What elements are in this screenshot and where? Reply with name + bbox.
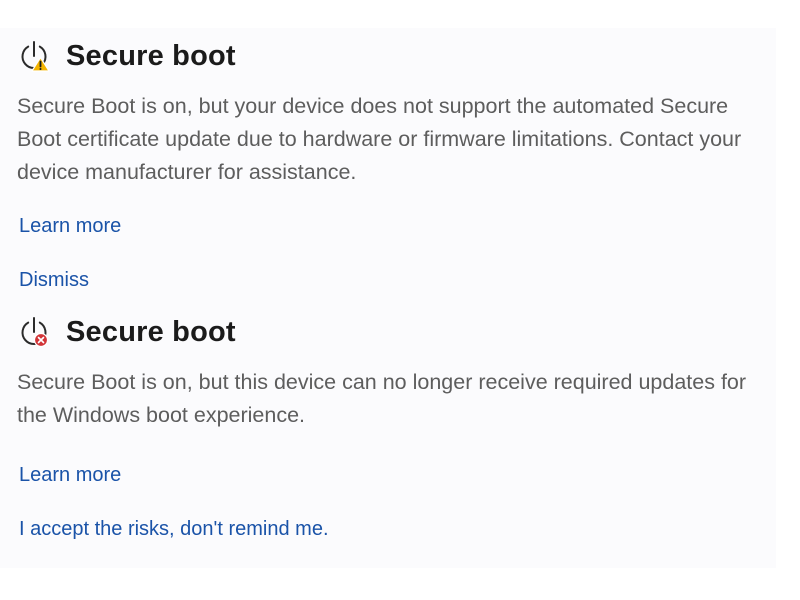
accept-risks-link[interactable]: I accept the risks, don't remind me. — [19, 516, 776, 542]
dismiss-link[interactable]: Dismiss — [19, 267, 776, 293]
section-description: Secure Boot is on, but this device can n… — [17, 370, 747, 427]
secure-boot-warning-section: Secure boot Secure Boot is on, but your … — [0, 38, 776, 293]
section-title: Secure boot — [66, 40, 236, 72]
power-error-icon — [18, 316, 50, 348]
secure-boot-error-section: Secure boot Secure Boot is on, but this … — [0, 314, 776, 542]
section-header: Secure boot — [0, 38, 776, 74]
section-title: Secure boot — [66, 316, 236, 348]
section-header: Secure boot — [0, 314, 776, 350]
learn-more-link[interactable]: Learn more — [19, 213, 776, 239]
secure-boot-panel: Secure boot Secure Boot is on, but your … — [0, 28, 776, 568]
power-warning-icon — [18, 40, 50, 72]
learn-more-link[interactable]: Learn more — [19, 462, 776, 488]
section-description: Secure Boot is on, but your device does … — [17, 94, 742, 184]
